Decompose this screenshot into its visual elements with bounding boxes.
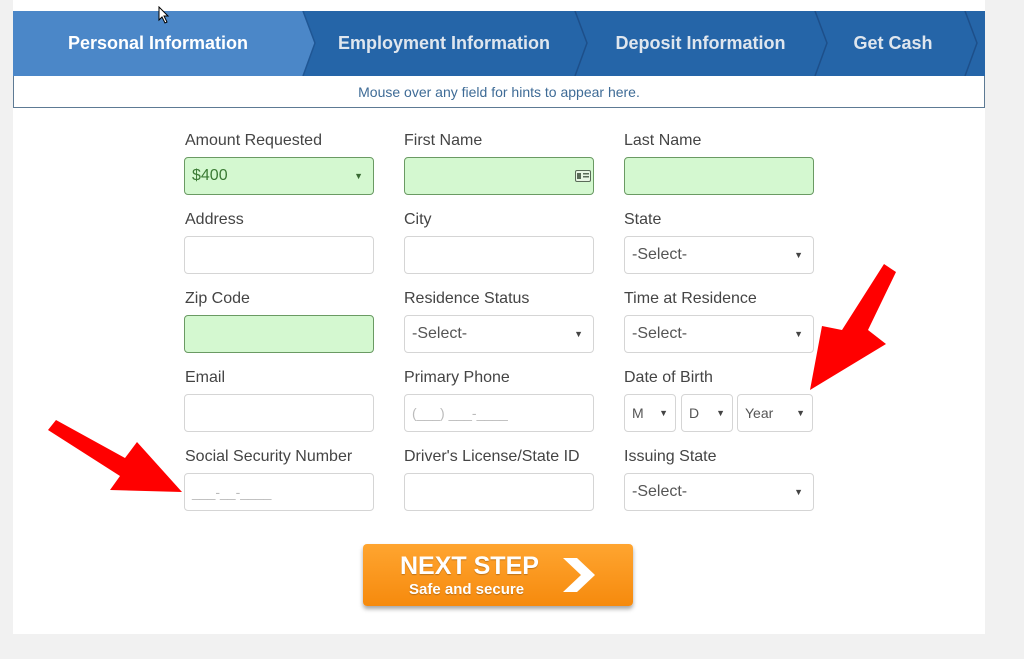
zip-code-input[interactable] [184, 315, 374, 353]
address-label: Address [185, 211, 244, 228]
chevron-down-icon: ▼ [716, 408, 725, 418]
drivers-license-input[interactable] [404, 473, 594, 511]
last-name-label: Last Name [624, 132, 702, 149]
dob-month-select[interactable]: M ▼ [624, 394, 676, 432]
primary-phone-placeholder: (___) ___-____ [412, 405, 508, 421]
step-label: Deposit Information [615, 33, 786, 53]
next-step-subtitle: Safe and secure [409, 581, 525, 598]
step-label: Personal Information [67, 33, 249, 53]
chevron-down-icon: ▼ [574, 329, 583, 339]
city-input[interactable] [404, 236, 594, 274]
dob-year-value: Year [745, 405, 774, 421]
issuing-state-label: Issuing State [624, 448, 717, 465]
amount-requested-value: $400 [192, 167, 228, 184]
state-select[interactable]: -Select- ▼ [624, 236, 814, 274]
state-value: -Select- [632, 246, 688, 263]
amount-requested-label: Amount Requested [185, 132, 322, 149]
step-employment-information[interactable]: Employment Information [313, 11, 575, 76]
hint-bar: Mouse over any field for hints to appear… [13, 76, 985, 108]
step-get-cash[interactable]: Get Cash [828, 11, 958, 76]
annotation-arrow-icon [810, 264, 896, 390]
email-label: Email [185, 369, 226, 386]
dob-month-value: M [632, 405, 644, 421]
annotation-arrow-icon [48, 420, 182, 492]
last-name-input[interactable] [624, 157, 814, 195]
next-step-button[interactable]: NEXT STEP Safe and secure [363, 544, 633, 606]
dob-year-select[interactable]: Year ▼ [737, 394, 813, 432]
issuing-state-select[interactable]: -Select- ▼ [624, 473, 814, 511]
ssn-input[interactable]: ___-__-____ [184, 473, 374, 511]
step-label: Employment Information [337, 33, 550, 53]
time-at-residence-label: Time at Residence [624, 290, 757, 307]
residence-status-select[interactable]: -Select- ▼ [404, 315, 594, 353]
first-name-input[interactable] [404, 157, 594, 195]
residence-status-label: Residence Status [404, 290, 530, 307]
chevron-down-icon: ▼ [659, 408, 668, 418]
dob-day-value: D [689, 405, 700, 421]
time-at-residence-value: -Select- [632, 325, 688, 342]
chevron-right-icon [563, 558, 595, 592]
hint-text: Mouse over any field for hints to appear… [358, 83, 640, 100]
ssn-label: Social Security Number [185, 448, 353, 465]
first-name-label: First Name [404, 132, 483, 149]
chevron-down-icon: ▼ [354, 171, 363, 181]
primary-phone-input[interactable]: (___) ___-____ [404, 394, 594, 432]
chevron-down-icon: ▼ [794, 487, 803, 497]
zip-code-label: Zip Code [185, 290, 250, 307]
mouse-cursor-icon [158, 6, 170, 24]
time-at-residence-select[interactable]: -Select- ▼ [624, 315, 814, 353]
primary-phone-label: Primary Phone [404, 369, 510, 386]
residence-status-value: -Select- [412, 325, 468, 342]
drivers-license-label: Driver's License/State ID [404, 448, 580, 465]
step-label: Get Cash [853, 33, 933, 53]
state-label: State [624, 211, 662, 228]
step-deposit-information[interactable]: Deposit Information [588, 11, 813, 76]
next-step-title: NEXT STEP [400, 552, 539, 580]
chevron-down-icon: ▼ [794, 250, 803, 260]
city-label: City [404, 211, 432, 228]
date-of-birth-label: Date of Birth [624, 369, 713, 386]
amount-requested-select[interactable]: $400 ▼ [184, 157, 374, 195]
step-separator [964, 11, 978, 76]
chevron-down-icon: ▼ [796, 408, 805, 418]
contact-card-icon[interactable] [575, 170, 591, 182]
ssn-placeholder: ___-__-____ [192, 484, 272, 500]
email-input[interactable] [184, 394, 374, 432]
address-input[interactable] [184, 236, 374, 274]
dob-day-select[interactable]: D ▼ [681, 394, 733, 432]
issuing-state-value: -Select- [632, 483, 688, 500]
